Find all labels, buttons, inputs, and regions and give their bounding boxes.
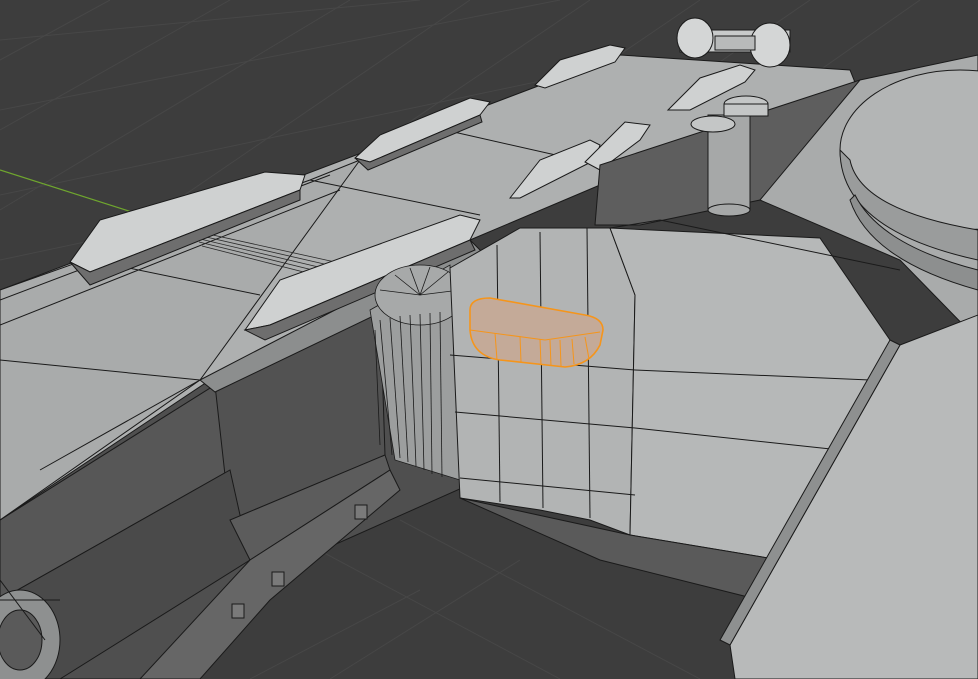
- y-axis-line: [0, 169, 136, 214]
- 3d-viewport[interactable]: [0, 0, 978, 679]
- viewport-canvas[interactable]: [0, 0, 978, 679]
